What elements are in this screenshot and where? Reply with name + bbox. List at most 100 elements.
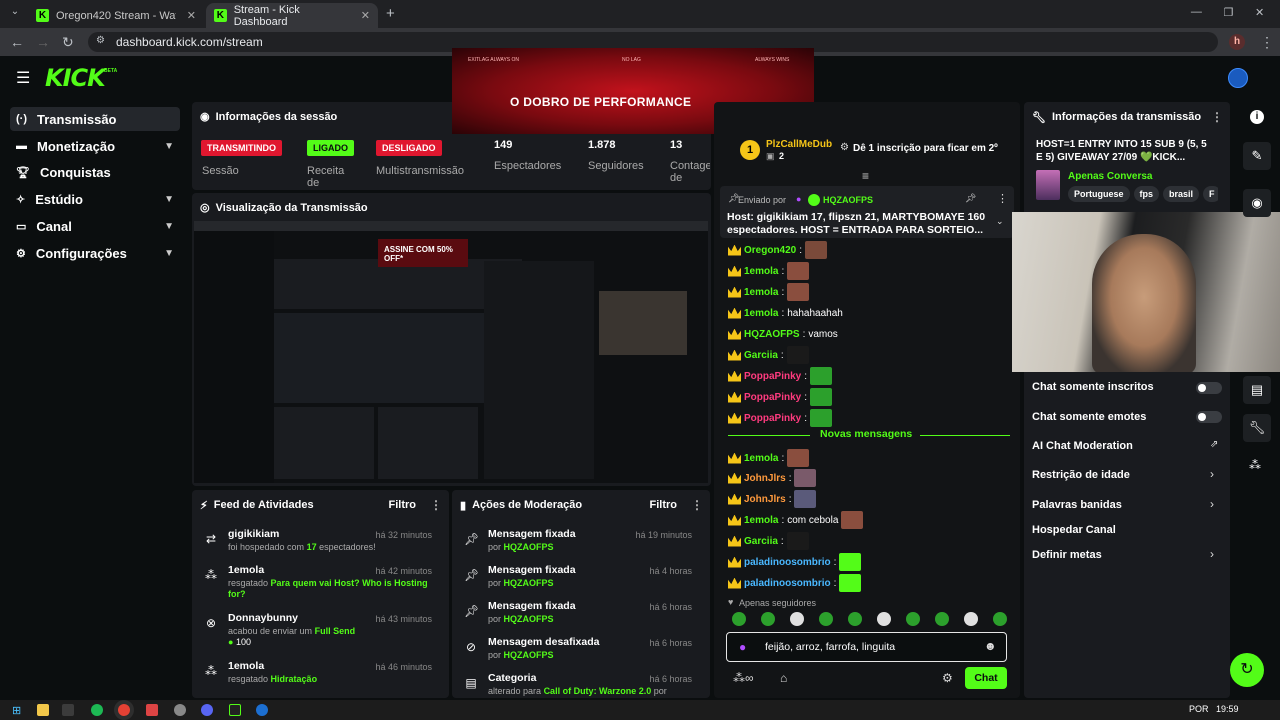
profile-avatar[interactable]: h: [1229, 34, 1245, 50]
top-gifter-name[interactable]: PlzCallMeDub: [766, 139, 832, 150]
hamburger-menu-icon[interactable]: ☰: [16, 68, 30, 88]
mod-tools-icon[interactable]: ⁂∞: [733, 671, 754, 685]
tag-chip[interactable]: brasil: [1163, 186, 1200, 202]
chat-username[interactable]: JohnJlrs: [744, 494, 786, 505]
wrench-icon[interactable]: 🔧︎: [1243, 414, 1271, 442]
support-chat-button[interactable]: ↻: [1230, 653, 1264, 687]
new-tab-icon[interactable]: +: [386, 5, 395, 22]
minimize-icon[interactable]: —: [1191, 6, 1202, 19]
quick-emote[interactable]: [877, 612, 891, 626]
kick-logo[interactable]: KICK: [45, 64, 106, 92]
sidebar-item-transmissao[interactable]: (·) Transmissão: [10, 107, 180, 131]
emoji-picker-icon[interactable]: ☻: [984, 639, 997, 653]
quick-emote[interactable]: [819, 612, 833, 626]
quick-emote[interactable]: [790, 612, 804, 626]
setting-age-restriction[interactable]: Restrição de idade: [1032, 469, 1130, 481]
unpin-icon[interactable]: 📌︎: [965, 193, 976, 204]
chat-username[interactable]: PoppaPinky: [744, 371, 801, 382]
kick-icon[interactable]: [229, 704, 241, 716]
chat-input[interactable]: ● feijão, arroz, farrofa, linguita ☻: [726, 632, 1007, 662]
chat-username[interactable]: 1emola: [744, 266, 778, 277]
chat-username[interactable]: PoppaPinky: [744, 413, 801, 424]
chat-username[interactable]: 1emola: [744, 308, 778, 319]
sidebar-item-estudio[interactable]: ✧ Estúdio ▼: [10, 187, 180, 211]
chat-username[interactable]: 1emola: [744, 287, 778, 298]
camera-icon[interactable]: ◉: [1243, 189, 1271, 217]
quick-emote[interactable]: [993, 612, 1007, 626]
chat-username[interactable]: Oregon420: [744, 245, 796, 256]
terminal-icon[interactable]: [62, 704, 74, 716]
collapse-icon[interactable]: ≡: [862, 169, 869, 183]
discord-icon[interactable]: [201, 704, 213, 716]
app-icon[interactable]: [174, 704, 186, 716]
tag-chip[interactable]: fps: [1133, 186, 1160, 202]
sidebar-item-monetizacao[interactable]: ▬ Monetização ▼: [10, 134, 180, 158]
external-link-icon[interactable]: ⇗: [1210, 439, 1218, 450]
filter-button[interactable]: Filtro: [389, 499, 417, 511]
apps-icon[interactable]: ⁂: [1249, 458, 1261, 472]
chrome-icon[interactable]: [118, 704, 130, 716]
file-explorer-icon[interactable]: [37, 704, 49, 716]
chat-username[interactable]: HQZAOFPS: [744, 329, 800, 340]
tag-chip[interactable]: F: [1203, 186, 1218, 202]
setting-host-channel[interactable]: Hospedar Canal: [1032, 524, 1116, 536]
quick-emote[interactable]: [964, 612, 978, 626]
quick-emote[interactable]: [935, 612, 949, 626]
setting-banned-words[interactable]: Palavras banidas: [1032, 499, 1122, 511]
quick-emote[interactable]: [761, 612, 775, 626]
more-options-icon[interactable]: ⋮: [997, 192, 1008, 205]
tag-chip[interactable]: Portuguese: [1068, 186, 1130, 202]
chat-username[interactable]: 1emola: [744, 515, 778, 526]
spotify-icon[interactable]: [91, 704, 103, 716]
quick-emote[interactable]: [732, 612, 746, 626]
send-chat-button[interactable]: Chat: [965, 667, 1007, 689]
back-icon[interactable]: ←: [10, 34, 24, 50]
chat-layout-icon[interactable]: ▤: [1243, 376, 1271, 404]
close-tab-icon[interactable]: ✕: [361, 9, 370, 22]
windows-start-icon[interactable]: ⊞: [12, 704, 21, 717]
tab-oregon-stream[interactable]: K Oregon420 Stream - Watch Live ✕: [28, 3, 204, 28]
subscribers-only-toggle[interactable]: [1196, 382, 1222, 394]
quick-emote[interactable]: [848, 612, 862, 626]
store-icon[interactable]: ⌂: [780, 671, 787, 685]
chat-settings-icon[interactable]: ⚙: [942, 671, 953, 685]
chat-username[interactable]: paladinoosombrio: [744, 557, 831, 568]
category-link[interactable]: Apenas Conversa: [1068, 171, 1152, 182]
more-options-icon[interactable]: ⋮: [430, 498, 442, 512]
chevron-down-icon[interactable]: ⌄: [996, 216, 1004, 227]
tab-list-icon[interactable]: ⌄: [6, 6, 24, 22]
taskbar-language[interactable]: POR: [1189, 704, 1209, 714]
reload-icon[interactable]: ↻: [62, 34, 74, 51]
emotes-only-toggle[interactable]: [1196, 411, 1222, 423]
site-info-icon[interactable]: ⚙: [96, 35, 105, 46]
quick-emote[interactable]: [906, 612, 920, 626]
taskbar-clock[interactable]: 19:59: [1216, 704, 1239, 714]
chat-username[interactable]: PoppaPinky: [744, 392, 801, 403]
more-options-icon[interactable]: ⋮: [691, 498, 703, 512]
sub-prompt[interactable]: Dê 1 inscrição para ficar em 2º: [853, 143, 998, 154]
app-icon[interactable]: [256, 704, 268, 716]
edit-icon[interactable]: ✎: [1243, 142, 1271, 170]
more-options-icon[interactable]: ⋮: [1211, 110, 1223, 124]
chat-username[interactable]: Garciia: [744, 350, 778, 361]
user-avatar[interactable]: [1228, 68, 1248, 88]
chat-username[interactable]: Garciia: [744, 536, 778, 547]
app-icon[interactable]: [146, 704, 158, 716]
info-icon[interactable]: i: [1250, 110, 1264, 124]
chat-username[interactable]: 1emola: [744, 453, 778, 464]
stream-preview-video[interactable]: ASSINE COM 50% OFF*: [194, 221, 708, 483]
chat-username[interactable]: paladinoosombrio: [744, 578, 831, 589]
setting-set-goals[interactable]: Definir metas: [1032, 549, 1102, 561]
filter-button[interactable]: Filtro: [650, 499, 678, 511]
sidebar-item-conquistas[interactable]: 🏆︎ Conquistas: [10, 160, 180, 184]
sidebar-item-canal[interactable]: ▭ Canal ▼: [10, 214, 180, 238]
pinned-message[interactable]: 📌︎ Enviado por ● HQZAOFPS 📌︎ ⋮ Host: gig…: [720, 186, 1014, 238]
forward-icon[interactable]: →: [36, 34, 50, 50]
browser-menu-icon[interactable]: ⋮: [1260, 34, 1274, 51]
tab-kick-dashboard[interactable]: K Stream - Kick Dashboard ✕: [206, 3, 378, 28]
sidebar-item-configuracoes[interactable]: ⚙ Configurações ▼: [10, 241, 180, 265]
close-tab-icon[interactable]: ✕: [187, 9, 196, 22]
close-window-icon[interactable]: ✕: [1255, 6, 1264, 19]
chat-username[interactable]: JohnJlrs: [744, 473, 786, 484]
window-controls[interactable]: — ❐ ✕: [1180, 6, 1275, 19]
